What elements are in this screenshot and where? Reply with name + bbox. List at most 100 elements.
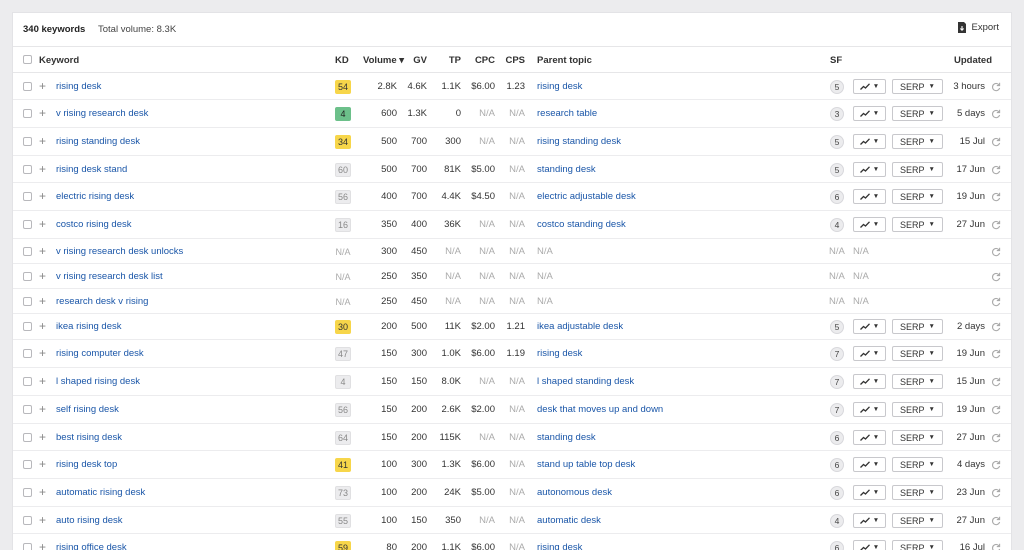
col-tp[interactable]: TP: [443, 55, 461, 66]
add-keyword-icon[interactable]: +: [39, 402, 46, 416]
refresh-icon[interactable]: [991, 247, 1001, 257]
trend-dropdown[interactable]: ▼: [853, 319, 886, 334]
row-checkbox[interactable]: [23, 272, 32, 281]
row-checkbox[interactable]: [23, 322, 32, 331]
parent-topic-link[interactable]: standing desk: [537, 432, 596, 443]
col-kd[interactable]: KD: [335, 55, 349, 66]
refresh-icon[interactable]: [991, 460, 1001, 470]
serp-dropdown[interactable]: SERP ▼: [892, 485, 943, 500]
trend-dropdown[interactable]: ▼: [853, 106, 886, 121]
trend-dropdown[interactable]: ▼: [853, 346, 886, 361]
keyword-link[interactable]: automatic rising desk: [56, 487, 145, 498]
trend-dropdown[interactable]: ▼: [853, 430, 886, 445]
refresh-icon[interactable]: [991, 516, 1001, 526]
keyword-link[interactable]: rising desk top: [56, 459, 117, 470]
refresh-icon[interactable]: [991, 137, 1001, 147]
row-checkbox[interactable]: [23, 433, 32, 442]
add-keyword-icon[interactable]: +: [39, 540, 46, 550]
trend-dropdown[interactable]: ▼: [853, 540, 886, 550]
add-keyword-icon[interactable]: +: [39, 294, 46, 308]
serp-dropdown[interactable]: SERP ▼: [892, 319, 943, 334]
row-checkbox[interactable]: [23, 82, 32, 91]
refresh-icon[interactable]: [991, 82, 1001, 92]
trend-dropdown[interactable]: ▼: [853, 374, 886, 389]
add-keyword-icon[interactable]: +: [39, 269, 46, 283]
parent-topic-link[interactable]: standing desk: [537, 164, 596, 175]
col-gv[interactable]: GV: [407, 55, 427, 66]
refresh-icon[interactable]: [991, 220, 1001, 230]
row-checkbox[interactable]: [23, 405, 32, 414]
parent-topic-link[interactable]: rising desk: [537, 542, 582, 550]
keyword-link[interactable]: electric rising desk: [56, 191, 134, 202]
select-all-checkbox[interactable]: [23, 55, 32, 64]
parent-topic-link[interactable]: research table: [537, 108, 597, 119]
parent-topic-link[interactable]: ikea adjustable desk: [537, 321, 623, 332]
serp-dropdown[interactable]: SERP ▼: [892, 189, 943, 204]
trend-dropdown[interactable]: ▼: [853, 79, 886, 94]
trend-dropdown[interactable]: ▼: [853, 162, 886, 177]
add-keyword-icon[interactable]: +: [39, 457, 46, 471]
parent-topic-link[interactable]: electric adjustable desk: [537, 191, 636, 202]
row-checkbox[interactable]: [23, 297, 32, 306]
refresh-icon[interactable]: [991, 192, 1001, 202]
keyword-link[interactable]: best rising desk: [56, 432, 122, 443]
add-keyword-icon[interactable]: +: [39, 162, 46, 176]
trend-dropdown[interactable]: ▼: [853, 217, 886, 232]
refresh-icon[interactable]: [991, 297, 1001, 307]
parent-topic-link[interactable]: rising desk: [537, 81, 582, 92]
add-keyword-icon[interactable]: +: [39, 513, 46, 527]
add-keyword-icon[interactable]: +: [39, 430, 46, 444]
keyword-link[interactable]: l shaped rising desk: [56, 376, 140, 387]
refresh-icon[interactable]: [991, 349, 1001, 359]
add-keyword-icon[interactable]: +: [39, 79, 46, 93]
add-keyword-icon[interactable]: +: [39, 217, 46, 231]
serp-dropdown[interactable]: SERP ▼: [892, 540, 943, 550]
keyword-link[interactable]: research desk v rising: [56, 296, 148, 307]
serp-dropdown[interactable]: SERP ▼: [892, 430, 943, 445]
serp-dropdown[interactable]: SERP ▼: [892, 134, 943, 149]
serp-dropdown[interactable]: SERP ▼: [892, 346, 943, 361]
add-keyword-icon[interactable]: +: [39, 134, 46, 148]
row-checkbox[interactable]: [23, 220, 32, 229]
keyword-link[interactable]: rising desk stand: [56, 164, 127, 175]
trend-dropdown[interactable]: ▼: [853, 189, 886, 204]
serp-dropdown[interactable]: SERP ▼: [892, 217, 943, 232]
trend-dropdown[interactable]: ▼: [853, 402, 886, 417]
row-checkbox[interactable]: [23, 349, 32, 358]
serp-dropdown[interactable]: SERP ▼: [892, 106, 943, 121]
serp-dropdown[interactable]: SERP ▼: [892, 79, 943, 94]
parent-topic-link[interactable]: desk that moves up and down: [537, 404, 663, 415]
refresh-icon[interactable]: [991, 165, 1001, 175]
parent-topic-link[interactable]: rising desk: [537, 348, 582, 359]
trend-dropdown[interactable]: ▼: [853, 485, 886, 500]
col-parent-topic[interactable]: Parent topic: [537, 55, 592, 66]
trend-dropdown[interactable]: ▼: [853, 134, 886, 149]
refresh-icon[interactable]: [991, 322, 1001, 332]
keyword-link[interactable]: rising computer desk: [56, 348, 144, 359]
col-updated[interactable]: Updated: [954, 55, 992, 66]
serp-dropdown[interactable]: SERP ▼: [892, 162, 943, 177]
add-keyword-icon[interactable]: +: [39, 106, 46, 120]
serp-dropdown[interactable]: SERP ▼: [892, 457, 943, 472]
keyword-link[interactable]: v rising research desk list: [56, 271, 163, 282]
keyword-link[interactable]: auto rising desk: [56, 515, 123, 526]
trend-dropdown[interactable]: ▼: [853, 513, 886, 528]
parent-topic-link[interactable]: rising standing desk: [537, 136, 621, 147]
serp-dropdown[interactable]: SERP ▼: [892, 402, 943, 417]
serp-dropdown[interactable]: SERP ▼: [892, 513, 943, 528]
col-keyword[interactable]: Keyword: [39, 55, 79, 66]
add-keyword-icon[interactable]: +: [39, 374, 46, 388]
col-cpc[interactable]: CPC: [473, 55, 495, 66]
parent-topic-link[interactable]: costco standing desk: [537, 219, 626, 230]
serp-dropdown[interactable]: SERP ▼: [892, 374, 943, 389]
parent-topic-link[interactable]: autonomous desk: [537, 487, 612, 498]
keyword-link[interactable]: ikea rising desk: [56, 321, 121, 332]
add-keyword-icon[interactable]: +: [39, 319, 46, 333]
refresh-icon[interactable]: [991, 377, 1001, 387]
parent-topic-link[interactable]: l shaped standing desk: [537, 376, 634, 387]
refresh-icon[interactable]: [991, 405, 1001, 415]
row-checkbox[interactable]: [23, 460, 32, 469]
refresh-icon[interactable]: [991, 543, 1001, 550]
refresh-icon[interactable]: [991, 433, 1001, 443]
col-sf[interactable]: SF: [830, 55, 842, 66]
